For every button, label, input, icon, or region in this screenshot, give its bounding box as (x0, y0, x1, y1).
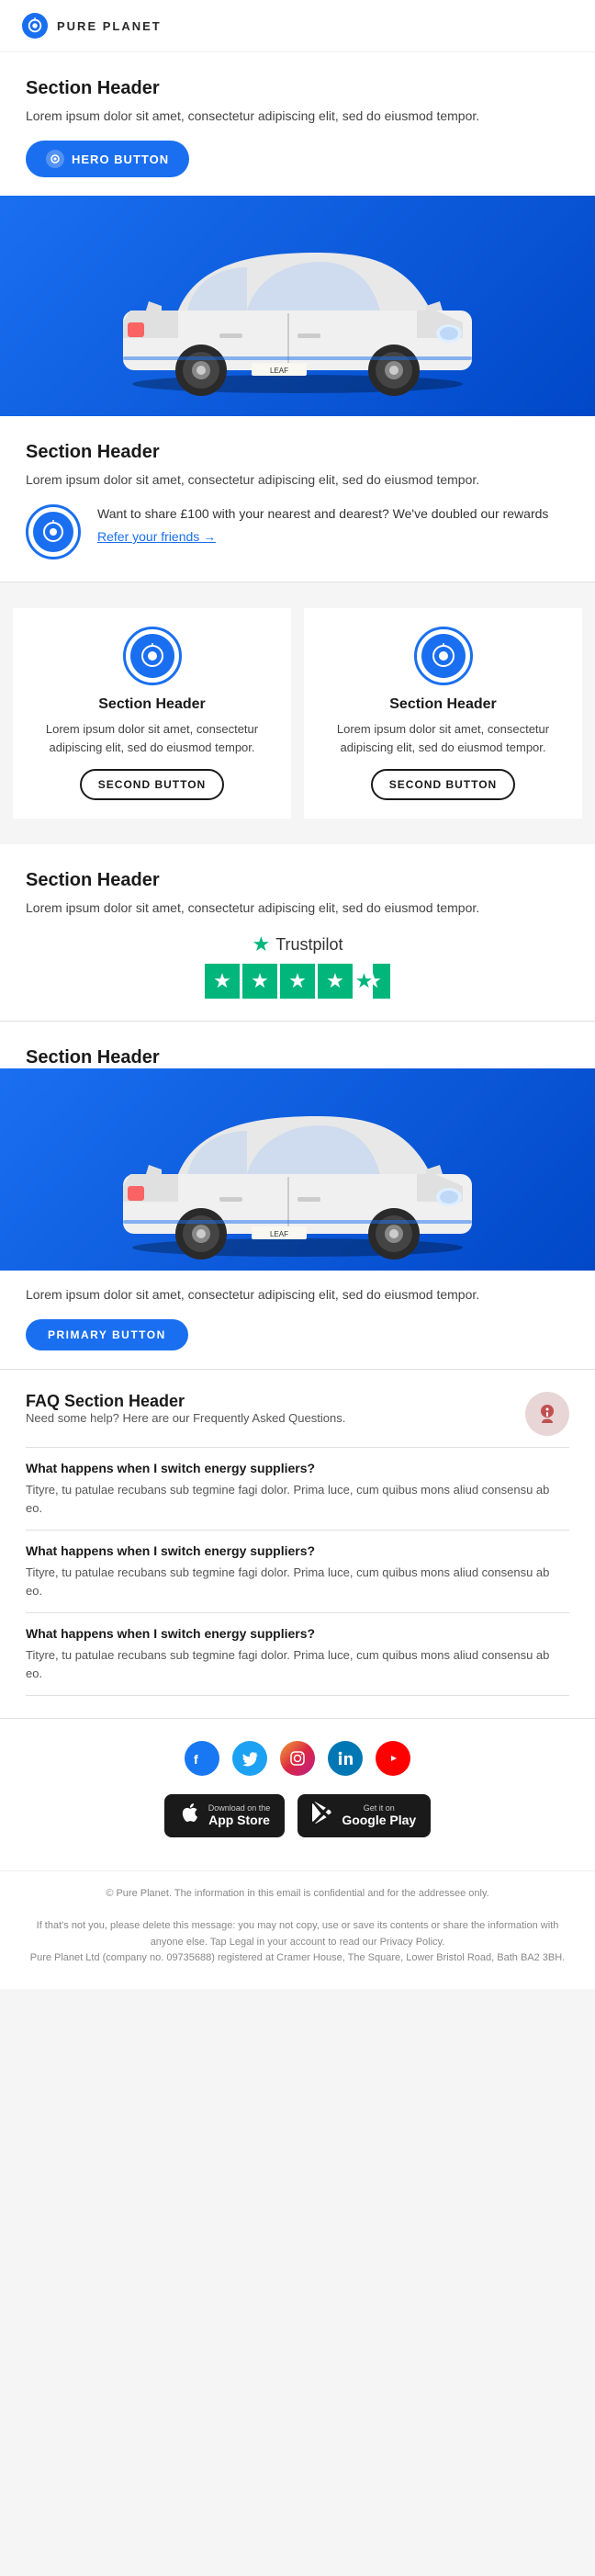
hero-button-icon (46, 150, 64, 168)
star-2: ★ (242, 964, 277, 999)
footer-text: © Pure Planet. The information in this e… (26, 1886, 569, 1967)
app-buttons-row: Download on the App Store Get it on Goog… (26, 1794, 569, 1837)
col1-body: Lorem ipsum dolor sit amet, consectetur … (28, 720, 276, 756)
brand-name: PURE PLANET (57, 19, 162, 33)
refer-icon (26, 504, 81, 559)
google-play-name: Google Play (342, 1813, 416, 1828)
faq-item: What happens when I switch energy suppli… (26, 1447, 569, 1530)
refer-section: Section Header Lorem ipsum dolor sit ame… (0, 416, 595, 582)
svg-text:LEAF: LEAF (270, 367, 288, 375)
faq-title: FAQ Section Header (26, 1392, 345, 1411)
primary-button[interactable]: PRIMARY BUTTON (26, 1319, 188, 1350)
svg-text:f: f (194, 1752, 198, 1767)
instagram-icon[interactable] (280, 1741, 315, 1776)
facebook-icon[interactable]: f (185, 1741, 219, 1776)
refer-link[interactable]: Refer your friends → (97, 529, 548, 544)
col1-header: Section Header (28, 696, 276, 713)
hero-image-block: LEAF (0, 196, 595, 416)
apple-icon (179, 1802, 201, 1830)
header: PURE PLANET (0, 0, 595, 52)
trustpilot-block: ★ Trustpilot ★ ★ ★ ★ ★ ★ (26, 932, 569, 999)
trustpilot-logo: ★ Trustpilot (26, 932, 569, 956)
col2-header: Section Header (319, 696, 567, 713)
col1-button[interactable]: SECOND BUTTON (80, 769, 224, 800)
refer-promo-text: Want to share £100 with your nearest and… (97, 504, 548, 524)
star-1: ★ (205, 964, 240, 999)
footer-line3: Pure Planet Ltd (company no. 09735688) r… (26, 1950, 569, 1967)
google-play-sub: Get it on (342, 1803, 416, 1813)
trustpilot-star-icon: ★ (252, 932, 270, 956)
second-hero-header-section: Section Header (0, 1022, 595, 1068)
star-5-half: ★ ★ (355, 964, 390, 999)
star-3: ★ (280, 964, 315, 999)
col2-icon-inner (421, 634, 466, 678)
social-section: f (0, 1719, 595, 1870)
hero-button-label: HERO BUTTON (72, 153, 169, 166)
faq-header-row: FAQ Section Header Need some help? Here … (26, 1392, 569, 1443)
col2-icon (414, 627, 473, 685)
col2-body: Lorem ipsum dolor sit amet, consectetur … (319, 720, 567, 756)
footer-line1: © Pure Planet. The information in this e… (26, 1886, 569, 1903)
faq-answer-0: Tityre, tu patulae recubans sub tegmine … (26, 1481, 569, 1517)
svg-text:LEAF: LEAF (270, 1230, 288, 1238)
faq-question-0: What happens when I switch energy suppli… (26, 1461, 569, 1475)
hero-button[interactable]: HERO BUTTON (26, 141, 189, 177)
trustpilot-section: Section Header Lorem ipsum dolor sit ame… (0, 844, 595, 1021)
footer-line2: If that's not you, please delete this me… (26, 1918, 569, 1950)
faq-subtitle: Need some help? Here are our Frequently … (26, 1411, 345, 1425)
col2-button[interactable]: SECOND BUTTON (371, 769, 515, 800)
hero-section-header: Section Header (26, 78, 569, 99)
trustpilot-name: Trustpilot (275, 935, 342, 955)
second-hero-image-block: LEAF (0, 1068, 595, 1271)
refer-section-body: Lorem ipsum dolor sit amet, consectetur … (26, 470, 569, 490)
col1-icon-inner (130, 634, 174, 678)
google-play-icon (312, 1802, 334, 1830)
hero-section-body: Lorem ipsum dolor sit amet, consectetur … (26, 107, 569, 126)
faq-item: What happens when I switch energy suppli… (26, 1530, 569, 1612)
star-4: ★ (318, 964, 353, 999)
faq-answer-1: Tityre, tu patulae recubans sub tegmine … (26, 1564, 569, 1599)
refer-text-block: Want to share £100 with your nearest and… (97, 504, 548, 544)
linkedin-icon[interactable] (328, 1741, 363, 1776)
two-col-section: Section Header Lorem ipsum dolor sit ame… (0, 582, 595, 844)
app-store-text: Download on the App Store (208, 1803, 271, 1828)
second-car-image-container: LEAF (29, 1078, 565, 1261)
refer-row: Want to share £100 with your nearest and… (26, 504, 569, 559)
google-play-button[interactable]: Get it on Google Play (298, 1794, 431, 1837)
twitter-icon[interactable] (232, 1741, 267, 1776)
youtube-icon[interactable] (376, 1741, 410, 1776)
faq-question-2: What happens when I switch energy suppli… (26, 1626, 569, 1641)
car-image-container: LEAF (29, 214, 565, 398)
google-play-text: Get it on Google Play (342, 1803, 416, 1828)
second-hero-body: Lorem ipsum dolor sit amet, consectetur … (26, 1285, 569, 1305)
two-col-grid: Section Header Lorem ipsum dolor sit ame… (13, 608, 582, 819)
trustpilot-stars: ★ ★ ★ ★ ★ ★ (26, 964, 569, 999)
faq-items-container: What happens when I switch energy suppli… (26, 1447, 569, 1696)
trustpilot-section-body: Lorem ipsum dolor sit amet, consectetur … (26, 898, 569, 918)
col-card-1: Section Header Lorem ipsum dolor sit ame… (13, 608, 291, 819)
second-hero-section-header: Section Header (26, 1047, 569, 1068)
refer-section-header: Section Header (26, 442, 569, 463)
faq-item: What happens when I switch energy suppli… (26, 1612, 569, 1696)
footer: © Pure Planet. The information in this e… (0, 1870, 595, 1989)
col1-icon (123, 627, 182, 685)
social-icons-row: f (26, 1741, 569, 1776)
faq-section: FAQ Section Header Need some help? Here … (0, 1370, 595, 1718)
app-store-button[interactable]: Download on the App Store (164, 1794, 286, 1837)
second-hero-body-section: Lorem ipsum dolor sit amet, consectetur … (0, 1271, 595, 1369)
faq-question-1: What happens when I switch energy suppli… (26, 1543, 569, 1558)
faq-answer-2: Tityre, tu patulae recubans sub tegmine … (26, 1646, 569, 1682)
app-store-sub: Download on the (208, 1803, 271, 1813)
trustpilot-section-header: Section Header (26, 870, 569, 891)
col-card-2: Section Header Lorem ipsum dolor sit ame… (304, 608, 582, 819)
faq-icon (525, 1392, 569, 1436)
hero-text-section: Section Header Lorem ipsum dolor sit ame… (0, 52, 595, 196)
logo-icon (22, 13, 48, 39)
faq-header-text: FAQ Section Header Need some help? Here … (26, 1392, 345, 1443)
refer-icon-inner (33, 512, 73, 552)
app-store-name: App Store (208, 1813, 271, 1828)
